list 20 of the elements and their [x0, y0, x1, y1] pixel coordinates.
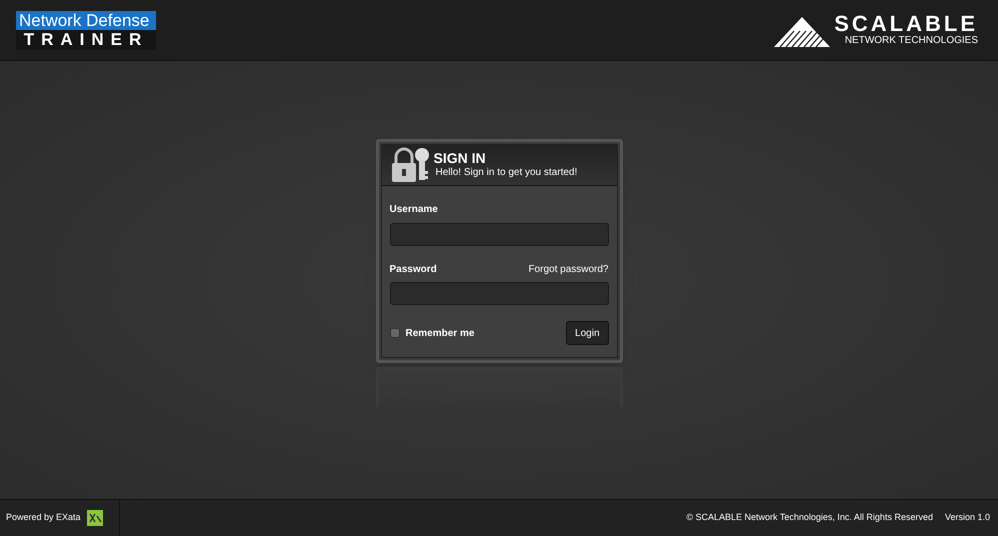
triangle-stripes-logo-icon: [774, 17, 830, 47]
remember-checkbox[interactable]: [390, 328, 400, 338]
product-title: Network Defense: [16, 10, 156, 30]
remember-label: Remember me: [406, 326, 474, 340]
version-text: Version 1.0: [944, 511, 990, 524]
copyright-text: © SCALABLE Network Technologies, Inc. All Rights Reserved: [686, 511, 933, 524]
company-name: SCALABLE: [834, 13, 978, 35]
exata-logo-icon: [86, 510, 103, 526]
username-label: Username: [390, 203, 439, 217]
username-field[interactable]: [390, 223, 608, 246]
password-label: Password: [390, 263, 437, 277]
sign-in-title: SIGN IN: [434, 150, 487, 166]
login-button[interactable]: Login: [566, 321, 608, 345]
powered-by-text: Powered by EXata: [6, 511, 81, 524]
sign-in-subtitle: Hello! Sign in to get you started!: [434, 166, 578, 180]
product-subtitle: TRAINER: [16, 30, 156, 50]
company-tagline: NETWORK TECHNOLOGIES: [844, 35, 978, 47]
forgot-password-link[interactable]: Forgot password?: [528, 262, 608, 277]
password-field[interactable]: [390, 282, 608, 305]
lock-key-icon: [390, 147, 430, 183]
